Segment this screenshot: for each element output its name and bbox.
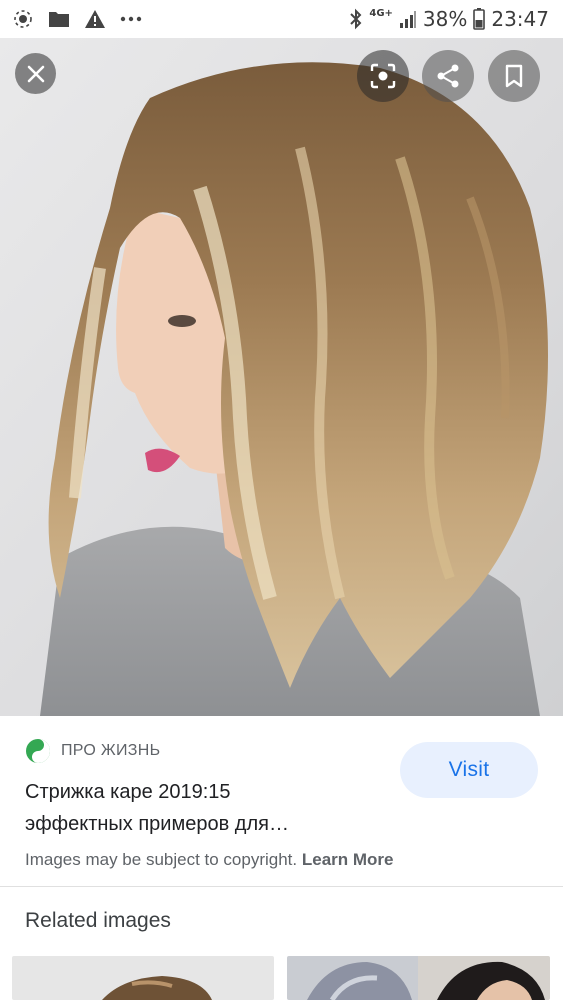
visit-button[interactable]: Visit (400, 742, 538, 798)
network-type: 4G+ (369, 7, 393, 19)
close-button[interactable] (15, 53, 56, 94)
bluetooth-icon (349, 8, 363, 30)
battery-icon (473, 8, 486, 30)
copyright-notice: Images may be subject to copyright. Lear… (25, 850, 394, 870)
copyright-text: Images may be subject to copyright. (25, 850, 298, 869)
folder-icon (48, 10, 70, 28)
save-button[interactable] (488, 50, 540, 102)
source-row[interactable]: ПРО ЖИЗНЬ (25, 738, 160, 764)
battery-percent: 38% (422, 7, 468, 31)
share-button[interactable] (422, 50, 474, 102)
image-viewer (0, 38, 563, 716)
signal-icon (399, 9, 417, 29)
status-bar: 4G+ 38% 23:47 (0, 0, 563, 38)
clock: 23:47 (491, 7, 549, 31)
learn-more-link[interactable]: Learn More (302, 850, 394, 869)
result-title-line-1: Стрижка каре 2019:15 (25, 781, 231, 803)
related-image-thumbnail[interactable] (12, 956, 274, 1000)
warning-icon (84, 9, 106, 29)
related-image-thumbnail[interactable] (287, 956, 550, 1000)
result-title[interactable]: Стрижка каре 2019:15 эффектных примеров … (25, 776, 365, 840)
close-icon (27, 65, 44, 82)
divider (0, 886, 563, 887)
result-info-panel: ПРО ЖИЗНЬ Стрижка каре 2019:15 эффектных… (0, 716, 563, 1000)
lens-icon (370, 63, 396, 89)
more-icon (120, 15, 142, 23)
share-icon (437, 64, 459, 88)
lens-search-button[interactable] (357, 50, 409, 102)
hero-photo[interactable] (0, 38, 563, 716)
wifi-dot-icon (12, 8, 34, 30)
result-title-line-2: эффектных примеров для… (25, 813, 289, 835)
source-name: ПРО ЖИЗНЬ (61, 742, 161, 759)
related-images-heading: Related images (25, 909, 171, 932)
source-logo-icon (26, 739, 50, 763)
bookmark-icon (505, 64, 523, 88)
